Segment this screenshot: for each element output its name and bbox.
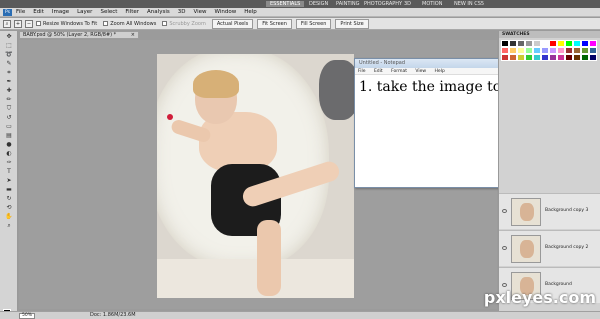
scrubby-zoom-checkbox[interactable]: Scrubby Zoom bbox=[162, 21, 206, 27]
menu-file[interactable]: File bbox=[16, 9, 25, 15]
layer-background-copy-3[interactable]: Background copy 3 bbox=[499, 193, 600, 229]
zoom-all-windows-checkbox[interactable]: Zoom All Windows bbox=[103, 21, 156, 27]
workspace-design[interactable]: DESIGN bbox=[305, 1, 332, 7]
3d-rotate-tool-icon[interactable]: ↻ bbox=[4, 195, 14, 202]
eraser-tool-icon[interactable]: ▭ bbox=[4, 123, 14, 130]
hand-tool-icon[interactable]: ✋ bbox=[4, 213, 14, 220]
move-tool-icon[interactable]: ✥ bbox=[4, 33, 14, 40]
zoom-in-icon[interactable]: + bbox=[14, 19, 22, 28]
zoom-out-icon[interactable]: − bbox=[25, 19, 33, 28]
brush-tool-icon[interactable]: ✏ bbox=[4, 96, 14, 103]
3d-orbit-tool-icon[interactable]: ⟲ bbox=[4, 204, 14, 211]
workspace-essentials[interactable]: ESSENTIALS bbox=[266, 1, 305, 7]
path-select-tool-icon[interactable]: ➤ bbox=[4, 177, 14, 184]
eye-icon[interactable] bbox=[502, 246, 507, 250]
menu-layer[interactable]: Layer bbox=[77, 9, 92, 15]
notepad-menu-help[interactable]: Help bbox=[435, 69, 445, 74]
menu-image[interactable]: Image bbox=[52, 9, 69, 15]
options-bar: ⌕ + − Resize Windows To Fit Zoom All Win… bbox=[0, 18, 600, 30]
layer-thumbnail bbox=[511, 198, 541, 226]
right-panel: SWATCHES Background copy 3 Background co… bbox=[498, 31, 600, 311]
zoom-tool-icon[interactable]: ⌕ bbox=[4, 222, 14, 229]
fill-screen-button[interactable]: Fill Screen bbox=[295, 18, 332, 29]
menu-analysis[interactable]: Analysis bbox=[147, 9, 170, 15]
print-size-button[interactable]: Print Size bbox=[335, 18, 369, 29]
close-icon[interactable]: × bbox=[131, 32, 135, 38]
lollipop bbox=[167, 114, 173, 120]
pen-tool-icon[interactable]: ✑ bbox=[4, 159, 14, 166]
watermark: pxleyes.com bbox=[483, 288, 596, 307]
blur-tool-icon[interactable]: ● bbox=[4, 141, 14, 148]
notepad-menu-edit[interactable]: Edit bbox=[374, 69, 383, 74]
toolbox: ✥ ⬚ ➰ ✎ ⌗ ✒ ✚ ✏ ⛉ ↺ ▭ ▤ ● ◐ ✑ T ➤ ▬ ↻ ⟲ … bbox=[0, 31, 18, 319]
status-bar: 50% Doc: 1.86M/23.6M bbox=[0, 311, 600, 319]
menu-bar: Ps File Edit Image Layer Select Filter A… bbox=[0, 8, 600, 17]
doc-size-info: Doc: 1.86M/23.6M bbox=[90, 312, 136, 318]
notepad-menu-format[interactable]: Format bbox=[391, 69, 407, 74]
workspace-bar: ESSENTIALS DESIGN PAINTING PHOTOGRAPHY 3… bbox=[0, 0, 600, 8]
type-tool-icon[interactable]: T bbox=[4, 168, 14, 175]
menu-filter[interactable]: Filter bbox=[125, 9, 139, 15]
menu-edit[interactable]: Edit bbox=[33, 9, 44, 15]
layer-name: Background copy 3 bbox=[545, 208, 589, 213]
document-tab-title: BABY.psd @ 50% (Layer 2, RGB/8#) * bbox=[23, 32, 117, 38]
eyedropper-tool-icon[interactable]: ✒ bbox=[4, 78, 14, 85]
actual-pixels-button[interactable]: Actual Pixels bbox=[211, 18, 254, 29]
notepad-menu-view[interactable]: View bbox=[415, 69, 426, 74]
eye-icon[interactable] bbox=[502, 283, 507, 287]
dodge-tool-icon[interactable]: ◐ bbox=[4, 150, 14, 157]
healing-brush-tool-icon[interactable]: ✚ bbox=[4, 87, 14, 94]
menu-help[interactable]: Help bbox=[244, 9, 257, 15]
resize-windows-checkbox[interactable]: Resize Windows To Fit bbox=[36, 21, 97, 27]
history-brush-tool-icon[interactable]: ↺ bbox=[4, 114, 14, 121]
menu-select[interactable]: Select bbox=[100, 9, 117, 15]
shape-tool-icon[interactable]: ▬ bbox=[4, 186, 14, 193]
swatches-tab[interactable]: SWATCHES bbox=[499, 31, 600, 38]
lasso-tool-icon[interactable]: ➰ bbox=[4, 51, 14, 58]
floor bbox=[157, 259, 354, 298]
workspace-painting[interactable]: PAINTING bbox=[332, 1, 363, 7]
marquee-tool-icon[interactable]: ⬚ bbox=[4, 42, 14, 49]
gradient-tool-icon[interactable]: ▤ bbox=[4, 132, 14, 139]
swatches-grid[interactable] bbox=[501, 40, 597, 62]
workspace-motion[interactable]: MOTION bbox=[418, 1, 446, 7]
baby-leg-down bbox=[257, 220, 281, 296]
workspace-new-in-cs5[interactable]: NEW IN CS5 bbox=[450, 1, 488, 7]
photoshop-logo-icon: Ps bbox=[3, 8, 12, 16]
fit-screen-button[interactable]: Fit Screen bbox=[257, 18, 292, 29]
quick-select-tool-icon[interactable]: ✎ bbox=[4, 60, 14, 67]
layer-thumbnail bbox=[511, 235, 541, 263]
baby-hair bbox=[193, 70, 239, 98]
layer-name: Background bbox=[545, 282, 572, 287]
menu-3d[interactable]: 3D bbox=[178, 9, 186, 15]
layer-name: Background copy 2 bbox=[545, 245, 589, 250]
workspace-3d[interactable]: 3D bbox=[400, 1, 415, 7]
notepad-menu-file[interactable]: File bbox=[358, 69, 366, 74]
menu-view[interactable]: View bbox=[193, 9, 206, 15]
pillow bbox=[319, 60, 354, 120]
document-tab[interactable]: BABY.psd @ 50% (Layer 2, RGB/8#) * × bbox=[19, 31, 139, 39]
crop-tool-icon[interactable]: ⌗ bbox=[4, 69, 14, 76]
menu-window[interactable]: Window bbox=[215, 9, 237, 15]
zoom-tool-icon[interactable]: ⌕ bbox=[3, 19, 11, 28]
baby-photo bbox=[157, 54, 354, 298]
eye-icon[interactable] bbox=[502, 209, 507, 213]
layer-background-copy-2[interactable]: Background copy 2 bbox=[499, 230, 600, 266]
clone-stamp-tool-icon[interactable]: ⛉ bbox=[4, 105, 14, 112]
zoom-level-field[interactable]: 50% bbox=[19, 313, 35, 319]
